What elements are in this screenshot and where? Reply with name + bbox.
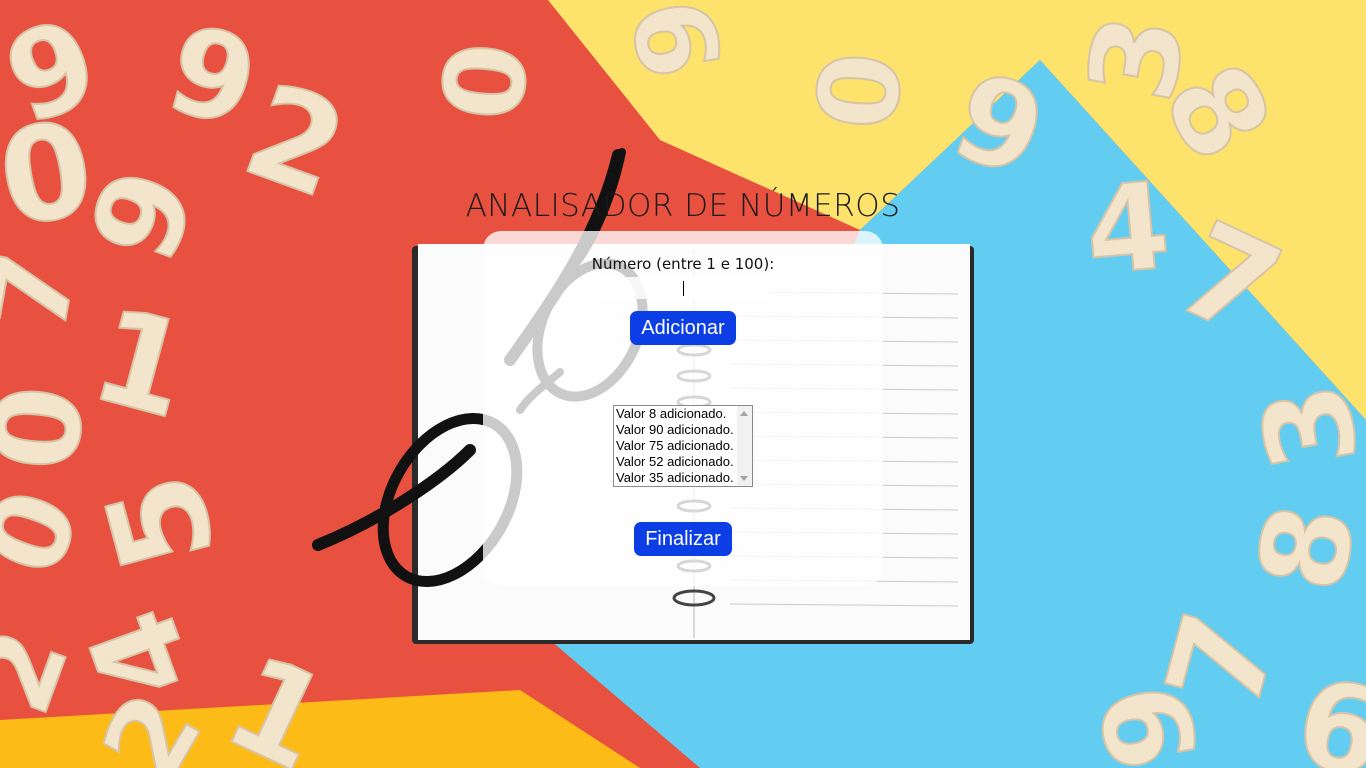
scroll-down-icon[interactable] bbox=[740, 476, 748, 481]
add-button[interactable]: Adicionar bbox=[630, 311, 736, 345]
svg-text:0: 0 bbox=[793, 47, 927, 134]
finish-button[interactable]: Finalizar bbox=[634, 522, 732, 556]
list-item[interactable]: Valor 75 adicionado. bbox=[614, 438, 736, 454]
number-label: Número (entre 1 e 100): bbox=[591, 255, 775, 273]
analyzer-panel: Número (entre 1 e 100): Adicionar Valor … bbox=[483, 231, 883, 586]
list-item[interactable]: Valor 52 adicionado. bbox=[614, 454, 736, 470]
values-list: Valor 8 adicionado. Valor 90 adicionado. V… bbox=[614, 406, 736, 486]
listbox-scrollbar[interactable] bbox=[737, 406, 752, 486]
list-item[interactable]: Valor 90 adicionado. bbox=[614, 422, 736, 438]
svg-text:0: 0 bbox=[0, 381, 112, 476]
list-item[interactable]: Valor 8 adicionado. bbox=[614, 406, 736, 422]
number-input[interactable] bbox=[599, 277, 769, 299]
text-caret bbox=[683, 281, 684, 296]
list-item[interactable]: Valor 35 adicionado. bbox=[614, 470, 736, 486]
page-title: ANALISADOR DE NÚMEROS bbox=[465, 188, 901, 224]
svg-text:4: 4 bbox=[1080, 157, 1175, 303]
svg-text:0: 0 bbox=[419, 38, 553, 125]
scroll-up-icon[interactable] bbox=[740, 411, 748, 416]
values-listbox[interactable]: Valor 8 adicionado. Valor 90 adicionado. V… bbox=[613, 405, 753, 487]
